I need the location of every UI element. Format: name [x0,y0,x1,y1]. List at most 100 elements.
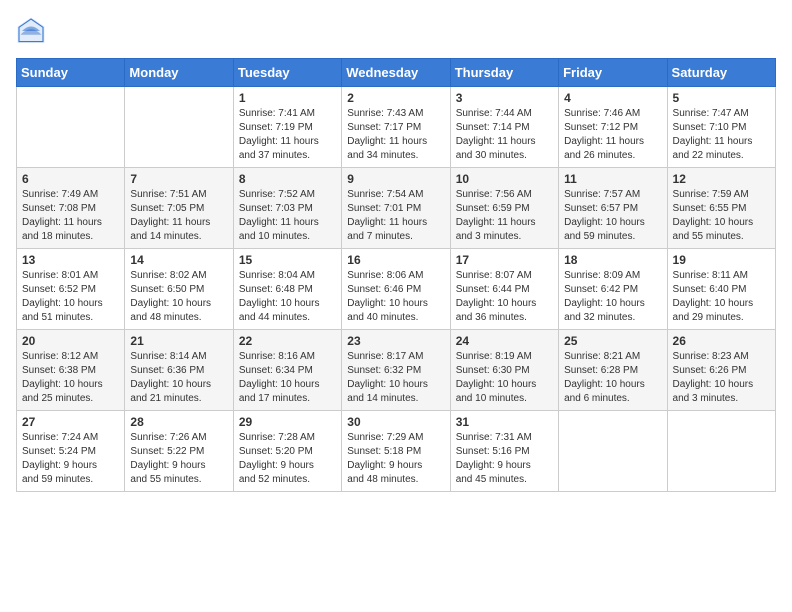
day-number: 29 [239,415,336,429]
day-info: Sunrise: 8:16 AM Sunset: 6:34 PM Dayligh… [239,350,336,406]
calendar-cell: 2 Sunrise: 7:43 AM Sunset: 7:17 PM Daylig… [342,87,450,168]
day-info: Sunrise: 7:29 AM Sunset: 5:18 PM Dayligh… [347,431,444,487]
calendar-week-row: 13 Sunrise: 8:01 AM Sunset: 6:52 PM Dayli… [17,249,776,330]
calendar-cell: 7 Sunrise: 7:51 AM Sunset: 7:05 PM Daylig… [125,168,233,249]
day-info: Sunrise: 8:17 AM Sunset: 6:32 PM Dayligh… [347,350,444,406]
day-number: 2 [347,91,444,105]
calendar-cell: 19 Sunrise: 8:11 AM Sunset: 6:40 PM Dayli… [667,249,775,330]
calendar-cell: 23 Sunrise: 8:17 AM Sunset: 6:32 PM Dayli… [342,330,450,411]
day-info: Sunrise: 8:02 AM Sunset: 6:50 PM Dayligh… [130,269,227,325]
column-header-wednesday: Wednesday [342,59,450,87]
calendar-table: SundayMondayTuesdayWednesdayThursdayFrid… [16,58,776,492]
day-info: Sunrise: 7:28 AM Sunset: 5:20 PM Dayligh… [239,431,336,487]
day-info: Sunrise: 7:49 AM Sunset: 7:08 PM Dayligh… [22,188,119,244]
calendar-week-row: 20 Sunrise: 8:12 AM Sunset: 6:38 PM Dayli… [17,330,776,411]
day-number: 15 [239,253,336,267]
calendar-cell: 5 Sunrise: 7:47 AM Sunset: 7:10 PM Daylig… [667,87,775,168]
day-info: Sunrise: 7:54 AM Sunset: 7:01 PM Dayligh… [347,188,444,244]
day-number: 20 [22,334,119,348]
column-header-thursday: Thursday [450,59,558,87]
calendar-cell: 17Sunrise: 8:07 AM Sunset: 6:44 PM Dayli… [450,249,558,330]
calendar-cell: 15 Sunrise: 8:04 AM Sunset: 6:48 PM Dayli… [233,249,341,330]
day-info: Sunrise: 8:06 AM Sunset: 6:46 PM Dayligh… [347,269,444,325]
day-info: Sunrise: 8:19 AM Sunset: 6:30 PM Dayligh… [456,350,553,406]
day-number: 6 [22,172,119,186]
day-number: 21 [130,334,227,348]
calendar-cell: 4 Sunrise: 7:46 AM Sunset: 7:12 PM Daylig… [559,87,667,168]
day-info: Sunrise: 8:23 AM Sunset: 6:26 PM Dayligh… [673,350,770,406]
day-number: 19 [673,253,770,267]
day-number: 4 [564,91,661,105]
day-number: 10 [456,172,553,186]
calendar-cell: 28Sunrise: 7:26 AM Sunset: 5:22 PM Dayli… [125,411,233,492]
calendar-cell: 31Sunrise: 7:31 AM Sunset: 5:16 PM Dayli… [450,411,558,492]
day-info: Sunrise: 7:47 AM Sunset: 7:10 PM Dayligh… [673,107,770,163]
day-number: 24 [456,334,553,348]
day-number: 13 [22,253,119,267]
day-info: Sunrise: 7:51 AM Sunset: 7:05 PM Dayligh… [130,188,227,244]
calendar-cell: 11Sunrise: 7:57 AM Sunset: 6:57 PM Dayli… [559,168,667,249]
calendar-cell: 26 Sunrise: 8:23 AM Sunset: 6:26 PM Dayli… [667,330,775,411]
day-info: Sunrise: 8:07 AM Sunset: 6:44 PM Dayligh… [456,269,553,325]
day-number: 27 [22,415,119,429]
calendar-cell: 25 Sunrise: 8:21 AM Sunset: 6:28 PM Dayli… [559,330,667,411]
calendar-cell: 8Sunrise: 7:52 AM Sunset: 7:03 PM Daylig… [233,168,341,249]
day-number: 11 [564,172,661,186]
calendar-cell: 14 Sunrise: 8:02 AM Sunset: 6:50 PM Dayli… [125,249,233,330]
logo [16,16,50,46]
calendar-cell: 3Sunrise: 7:44 AM Sunset: 7:14 PM Daylig… [450,87,558,168]
day-number: 5 [673,91,770,105]
day-number: 7 [130,172,227,186]
day-number: 22 [239,334,336,348]
calendar-cell: 27 Sunrise: 7:24 AM Sunset: 5:24 PM Dayli… [17,411,125,492]
day-number: 14 [130,253,227,267]
calendar-cell: 16 Sunrise: 8:06 AM Sunset: 6:46 PM Dayli… [342,249,450,330]
day-info: Sunrise: 7:56 AM Sunset: 6:59 PM Dayligh… [456,188,553,244]
day-info: Sunrise: 7:24 AM Sunset: 5:24 PM Dayligh… [22,431,119,487]
day-number: 25 [564,334,661,348]
calendar-cell: 20 Sunrise: 8:12 AM Sunset: 6:38 PM Dayli… [17,330,125,411]
day-number: 26 [673,334,770,348]
calendar-cell: 9 Sunrise: 7:54 AM Sunset: 7:01 PM Daylig… [342,168,450,249]
day-number: 8 [239,172,336,186]
column-header-monday: Monday [125,59,233,87]
column-header-sunday: Sunday [17,59,125,87]
page-header [16,16,776,46]
calendar-cell: 10 Sunrise: 7:56 AM Sunset: 6:59 PM Dayli… [450,168,558,249]
calendar-cell: 30Sunrise: 7:29 AM Sunset: 5:18 PM Dayli… [342,411,450,492]
calendar-week-row: 27 Sunrise: 7:24 AM Sunset: 5:24 PM Dayli… [17,411,776,492]
day-number: 18 [564,253,661,267]
day-info: Sunrise: 7:26 AM Sunset: 5:22 PM Dayligh… [130,431,227,487]
calendar-cell [667,411,775,492]
calendar-week-row: 6 Sunrise: 7:49 AM Sunset: 7:08 PM Daylig… [17,168,776,249]
day-info: Sunrise: 8:12 AM Sunset: 6:38 PM Dayligh… [22,350,119,406]
day-number: 12 [673,172,770,186]
day-number: 16 [347,253,444,267]
day-number: 23 [347,334,444,348]
calendar-header-row: SundayMondayTuesdayWednesdayThursdayFrid… [17,59,776,87]
day-info: Sunrise: 7:46 AM Sunset: 7:12 PM Dayligh… [564,107,661,163]
calendar-cell: 22 Sunrise: 8:16 AM Sunset: 6:34 PM Dayli… [233,330,341,411]
day-number: 9 [347,172,444,186]
day-info: Sunrise: 8:14 AM Sunset: 6:36 PM Dayligh… [130,350,227,406]
calendar-cell [559,411,667,492]
calendar-cell: 6 Sunrise: 7:49 AM Sunset: 7:08 PM Daylig… [17,168,125,249]
calendar-cell: 21 Sunrise: 8:14 AM Sunset: 6:36 PM Dayli… [125,330,233,411]
calendar-cell: 1 Sunrise: 7:41 AM Sunset: 7:19 PM Daylig… [233,87,341,168]
calendar-cell: 24 Sunrise: 8:19 AM Sunset: 6:30 PM Dayli… [450,330,558,411]
day-number: 3 [456,91,553,105]
day-info: Sunrise: 7:41 AM Sunset: 7:19 PM Dayligh… [239,107,336,163]
column-header-friday: Friday [559,59,667,87]
logo-icon [16,16,46,46]
column-header-tuesday: Tuesday [233,59,341,87]
day-info: Sunrise: 8:21 AM Sunset: 6:28 PM Dayligh… [564,350,661,406]
day-info: Sunrise: 7:31 AM Sunset: 5:16 PM Dayligh… [456,431,553,487]
day-info: Sunrise: 8:04 AM Sunset: 6:48 PM Dayligh… [239,269,336,325]
calendar-cell: 18Sunrise: 8:09 AM Sunset: 6:42 PM Dayli… [559,249,667,330]
day-info: Sunrise: 8:01 AM Sunset: 6:52 PM Dayligh… [22,269,119,325]
column-header-saturday: Saturday [667,59,775,87]
calendar-cell: 29 Sunrise: 7:28 AM Sunset: 5:20 PM Dayli… [233,411,341,492]
day-info: Sunrise: 7:43 AM Sunset: 7:17 PM Dayligh… [347,107,444,163]
day-number: 1 [239,91,336,105]
day-info: Sunrise: 8:11 AM Sunset: 6:40 PM Dayligh… [673,269,770,325]
